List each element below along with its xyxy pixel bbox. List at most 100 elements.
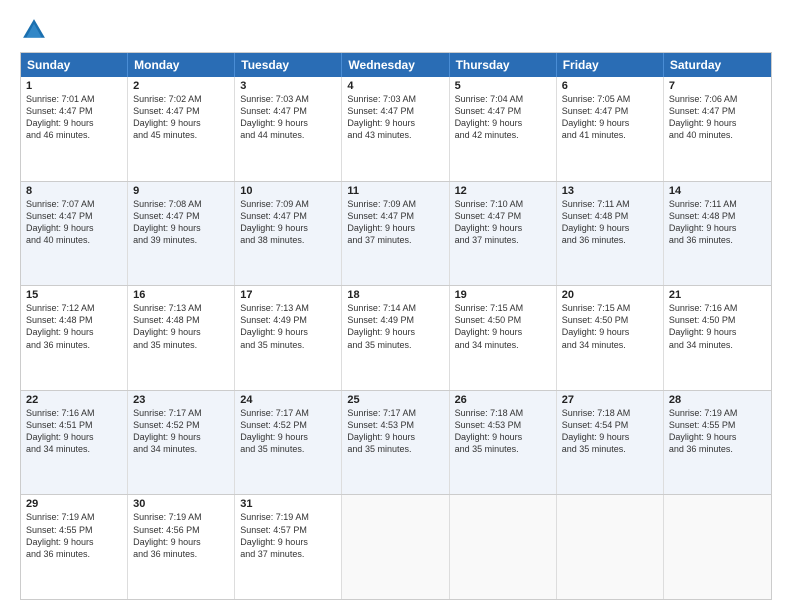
- logo-icon: [20, 16, 48, 44]
- day-number: 22: [26, 394, 122, 406]
- day-number: 19: [455, 289, 551, 301]
- day-cell-4: 4Sunrise: 7:03 AM Sunset: 4:47 PM Daylig…: [342, 77, 449, 181]
- day-info: Sunrise: 7:03 AM Sunset: 4:47 PM Dayligh…: [240, 93, 336, 142]
- day-info: Sunrise: 7:03 AM Sunset: 4:47 PM Dayligh…: [347, 93, 443, 142]
- empty-cell: [664, 495, 771, 599]
- day-info: Sunrise: 7:09 AM Sunset: 4:47 PM Dayligh…: [240, 198, 336, 247]
- header-cell-monday: Monday: [128, 53, 235, 77]
- day-number: 14: [669, 185, 766, 197]
- header-cell-friday: Friday: [557, 53, 664, 77]
- day-cell-12: 12Sunrise: 7:10 AM Sunset: 4:47 PM Dayli…: [450, 182, 557, 286]
- day-info: Sunrise: 7:07 AM Sunset: 4:47 PM Dayligh…: [26, 198, 122, 247]
- day-info: Sunrise: 7:19 AM Sunset: 4:55 PM Dayligh…: [669, 407, 766, 456]
- header-cell-tuesday: Tuesday: [235, 53, 342, 77]
- day-number: 10: [240, 185, 336, 197]
- day-info: Sunrise: 7:17 AM Sunset: 4:52 PM Dayligh…: [133, 407, 229, 456]
- day-cell-13: 13Sunrise: 7:11 AM Sunset: 4:48 PM Dayli…: [557, 182, 664, 286]
- day-cell-11: 11Sunrise: 7:09 AM Sunset: 4:47 PM Dayli…: [342, 182, 449, 286]
- day-number: 20: [562, 289, 658, 301]
- day-number: 28: [669, 394, 766, 406]
- day-cell-15: 15Sunrise: 7:12 AM Sunset: 4:48 PM Dayli…: [21, 286, 128, 390]
- day-cell-1: 1Sunrise: 7:01 AM Sunset: 4:47 PM Daylig…: [21, 77, 128, 181]
- day-number: 27: [562, 394, 658, 406]
- calendar: SundayMondayTuesdayWednesdayThursdayFrid…: [20, 52, 772, 600]
- day-cell-5: 5Sunrise: 7:04 AM Sunset: 4:47 PM Daylig…: [450, 77, 557, 181]
- day-info: Sunrise: 7:10 AM Sunset: 4:47 PM Dayligh…: [455, 198, 551, 247]
- day-number: 5: [455, 80, 551, 92]
- day-info: Sunrise: 7:16 AM Sunset: 4:50 PM Dayligh…: [669, 302, 766, 351]
- day-number: 31: [240, 498, 336, 510]
- day-number: 7: [669, 80, 766, 92]
- calendar-row-0: 1Sunrise: 7:01 AM Sunset: 4:47 PM Daylig…: [21, 77, 771, 181]
- day-cell-2: 2Sunrise: 7:02 AM Sunset: 4:47 PM Daylig…: [128, 77, 235, 181]
- day-info: Sunrise: 7:17 AM Sunset: 4:53 PM Dayligh…: [347, 407, 443, 456]
- day-number: 16: [133, 289, 229, 301]
- day-info: Sunrise: 7:11 AM Sunset: 4:48 PM Dayligh…: [562, 198, 658, 247]
- day-number: 30: [133, 498, 229, 510]
- calendar-row-2: 15Sunrise: 7:12 AM Sunset: 4:48 PM Dayli…: [21, 285, 771, 390]
- day-number: 21: [669, 289, 766, 301]
- day-info: Sunrise: 7:13 AM Sunset: 4:49 PM Dayligh…: [240, 302, 336, 351]
- day-info: Sunrise: 7:14 AM Sunset: 4:49 PM Dayligh…: [347, 302, 443, 351]
- day-cell-25: 25Sunrise: 7:17 AM Sunset: 4:53 PM Dayli…: [342, 391, 449, 495]
- day-number: 11: [347, 185, 443, 197]
- day-cell-18: 18Sunrise: 7:14 AM Sunset: 4:49 PM Dayli…: [342, 286, 449, 390]
- day-number: 8: [26, 185, 122, 197]
- day-info: Sunrise: 7:02 AM Sunset: 4:47 PM Dayligh…: [133, 93, 229, 142]
- day-cell-31: 31Sunrise: 7:19 AM Sunset: 4:57 PM Dayli…: [235, 495, 342, 599]
- page: SundayMondayTuesdayWednesdayThursdayFrid…: [0, 0, 792, 612]
- empty-cell: [342, 495, 449, 599]
- calendar-row-3: 22Sunrise: 7:16 AM Sunset: 4:51 PM Dayli…: [21, 390, 771, 495]
- header-cell-wednesday: Wednesday: [342, 53, 449, 77]
- day-number: 4: [347, 80, 443, 92]
- day-info: Sunrise: 7:15 AM Sunset: 4:50 PM Dayligh…: [562, 302, 658, 351]
- calendar-header: SundayMondayTuesdayWednesdayThursdayFrid…: [21, 53, 771, 77]
- day-number: 2: [133, 80, 229, 92]
- header: [20, 16, 772, 44]
- day-cell-21: 21Sunrise: 7:16 AM Sunset: 4:50 PM Dayli…: [664, 286, 771, 390]
- day-cell-24: 24Sunrise: 7:17 AM Sunset: 4:52 PM Dayli…: [235, 391, 342, 495]
- day-info: Sunrise: 7:17 AM Sunset: 4:52 PM Dayligh…: [240, 407, 336, 456]
- day-number: 13: [562, 185, 658, 197]
- day-cell-27: 27Sunrise: 7:18 AM Sunset: 4:54 PM Dayli…: [557, 391, 664, 495]
- empty-cell: [450, 495, 557, 599]
- day-info: Sunrise: 7:05 AM Sunset: 4:47 PM Dayligh…: [562, 93, 658, 142]
- day-cell-9: 9Sunrise: 7:08 AM Sunset: 4:47 PM Daylig…: [128, 182, 235, 286]
- calendar-row-4: 29Sunrise: 7:19 AM Sunset: 4:55 PM Dayli…: [21, 494, 771, 599]
- header-cell-saturday: Saturday: [664, 53, 771, 77]
- day-cell-28: 28Sunrise: 7:19 AM Sunset: 4:55 PM Dayli…: [664, 391, 771, 495]
- day-info: Sunrise: 7:06 AM Sunset: 4:47 PM Dayligh…: [669, 93, 766, 142]
- day-info: Sunrise: 7:04 AM Sunset: 4:47 PM Dayligh…: [455, 93, 551, 142]
- day-cell-10: 10Sunrise: 7:09 AM Sunset: 4:47 PM Dayli…: [235, 182, 342, 286]
- day-info: Sunrise: 7:16 AM Sunset: 4:51 PM Dayligh…: [26, 407, 122, 456]
- day-number: 17: [240, 289, 336, 301]
- day-number: 6: [562, 80, 658, 92]
- day-info: Sunrise: 7:08 AM Sunset: 4:47 PM Dayligh…: [133, 198, 229, 247]
- day-number: 26: [455, 394, 551, 406]
- day-info: Sunrise: 7:12 AM Sunset: 4:48 PM Dayligh…: [26, 302, 122, 351]
- day-cell-23: 23Sunrise: 7:17 AM Sunset: 4:52 PM Dayli…: [128, 391, 235, 495]
- day-info: Sunrise: 7:13 AM Sunset: 4:48 PM Dayligh…: [133, 302, 229, 351]
- day-number: 3: [240, 80, 336, 92]
- day-info: Sunrise: 7:18 AM Sunset: 4:53 PM Dayligh…: [455, 407, 551, 456]
- day-cell-8: 8Sunrise: 7:07 AM Sunset: 4:47 PM Daylig…: [21, 182, 128, 286]
- day-number: 18: [347, 289, 443, 301]
- day-info: Sunrise: 7:01 AM Sunset: 4:47 PM Dayligh…: [26, 93, 122, 142]
- day-number: 9: [133, 185, 229, 197]
- header-cell-sunday: Sunday: [21, 53, 128, 77]
- day-cell-3: 3Sunrise: 7:03 AM Sunset: 4:47 PM Daylig…: [235, 77, 342, 181]
- day-cell-14: 14Sunrise: 7:11 AM Sunset: 4:48 PM Dayli…: [664, 182, 771, 286]
- day-info: Sunrise: 7:19 AM Sunset: 4:57 PM Dayligh…: [240, 511, 336, 560]
- day-cell-30: 30Sunrise: 7:19 AM Sunset: 4:56 PM Dayli…: [128, 495, 235, 599]
- header-cell-thursday: Thursday: [450, 53, 557, 77]
- day-number: 25: [347, 394, 443, 406]
- day-number: 15: [26, 289, 122, 301]
- day-cell-26: 26Sunrise: 7:18 AM Sunset: 4:53 PM Dayli…: [450, 391, 557, 495]
- empty-cell: [557, 495, 664, 599]
- day-info: Sunrise: 7:15 AM Sunset: 4:50 PM Dayligh…: [455, 302, 551, 351]
- day-number: 29: [26, 498, 122, 510]
- calendar-row-1: 8Sunrise: 7:07 AM Sunset: 4:47 PM Daylig…: [21, 181, 771, 286]
- day-info: Sunrise: 7:19 AM Sunset: 4:56 PM Dayligh…: [133, 511, 229, 560]
- day-number: 12: [455, 185, 551, 197]
- day-cell-6: 6Sunrise: 7:05 AM Sunset: 4:47 PM Daylig…: [557, 77, 664, 181]
